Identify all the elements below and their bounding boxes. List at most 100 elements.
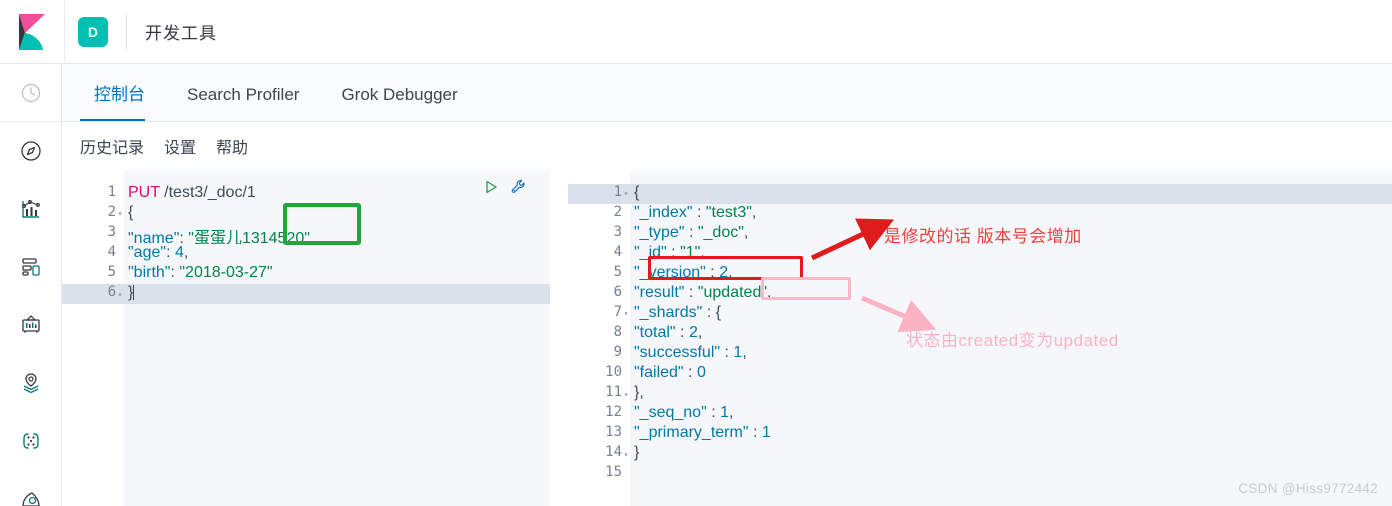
- kibana-logo-cell[interactable]: [0, 0, 65, 64]
- recently-viewed-icon: [21, 83, 40, 102]
- line-number: 13: [568, 424, 630, 444]
- code-line: 11 ▴ },: [568, 384, 1392, 404]
- code-line: 1 ▾{: [568, 184, 1392, 204]
- fold-toggle-icon[interactable]: ▾: [621, 304, 631, 324]
- line-number: 9: [568, 344, 630, 364]
- request-actions: [482, 178, 528, 196]
- request-editor-code[interactable]: 1 PUT /test3/_doc/1 2 ▾{3 "name": "蛋蛋儿13145…: [62, 170, 550, 506]
- primary-nav-rail: [0, 64, 62, 506]
- space-avatar-cell[interactable]: D: [65, 0, 108, 64]
- text-caret: [133, 285, 135, 300]
- line-number: 4: [62, 244, 124, 264]
- code-line: 10 "failed" : 0: [568, 364, 1392, 384]
- code-line-text: "failed" : 0: [630, 364, 1392, 384]
- line-number: 7 ▾: [568, 304, 630, 324]
- line-number: 2: [568, 204, 630, 224]
- code-line-text: "_primary_term" : 1: [630, 424, 1392, 444]
- code-line: 6 "result" : "updated",: [568, 284, 1392, 304]
- fold-toggle-icon[interactable]: ▾: [115, 204, 125, 224]
- console-editors: 1 PUT /test3/_doc/1 2 ▾{3 "name": "蛋蛋儿13145…: [62, 170, 1392, 506]
- line-number: 1: [62, 184, 124, 204]
- line-number: 4: [568, 244, 630, 264]
- code-line-text: "_id" : "1",: [630, 244, 1392, 264]
- maps-icon: [23, 373, 38, 394]
- tab-search-profiler[interactable]: Search Profiler: [173, 85, 313, 121]
- line-number: 1 ▾: [568, 184, 630, 204]
- line-number: 15: [568, 464, 630, 484]
- sidebar-item-discover[interactable]: [0, 122, 61, 180]
- code-line-text: "result" : "updated",: [630, 284, 1392, 304]
- app-header: D 开发工具: [0, 0, 1392, 64]
- code-line-text: "_version" : 2,: [630, 264, 1392, 284]
- tab-grok-debugger[interactable]: Grok Debugger: [327, 85, 471, 121]
- visualize-icon: [21, 200, 40, 218]
- fold-toggle-icon[interactable]: ▴: [115, 284, 125, 304]
- fold-toggle-icon[interactable]: ▾: [621, 184, 631, 204]
- line-number: 14 ▴: [568, 444, 630, 464]
- sidebar-item-dashboard[interactable]: [0, 238, 61, 296]
- code-line: 13 "_primary_term" : 1: [568, 424, 1392, 444]
- code-line-text: "successful" : 1,: [630, 344, 1392, 364]
- sidebar-item-canvas[interactable]: [0, 296, 61, 354]
- header-divider: [126, 13, 127, 50]
- code-line: 7 ▾ "_shards" : {: [568, 304, 1392, 324]
- code-line: 9 "successful" : 1,: [568, 344, 1392, 364]
- code-line-text: {: [630, 184, 1392, 204]
- sidebar-item-visualize[interactable]: [0, 180, 61, 238]
- code-line: 8 "total" : 2,: [568, 324, 1392, 344]
- avatar[interactable]: D: [78, 16, 108, 47]
- code-line-text: }: [630, 444, 1392, 464]
- settings-button[interactable]: 设置: [164, 134, 196, 158]
- console-toolbar: 历史记录 设置 帮助: [62, 122, 1392, 170]
- request-editor-pane[interactable]: 1 PUT /test3/_doc/1 2 ▾{3 "name": "蛋蛋儿13145…: [62, 170, 550, 506]
- code-line: 4 "age": 4,: [62, 244, 550, 264]
- code-line-text: "name": "蛋蛋儿1314520",: [124, 224, 550, 247]
- code-line: 4 "_id" : "1",: [568, 244, 1392, 264]
- machine-learning-icon: [22, 433, 39, 449]
- line-number: 3: [568, 224, 630, 244]
- line-number: 12: [568, 404, 630, 424]
- sidebar-item-maps[interactable]: [0, 354, 61, 412]
- code-line: 2 ▾{: [62, 204, 550, 224]
- line-number: 6: [568, 284, 630, 304]
- code-line-text: "total" : 2,: [630, 324, 1392, 344]
- line-number: 8: [568, 324, 630, 344]
- line-number: 5: [568, 264, 630, 284]
- code-line: 2 "_index" : "test3",: [568, 204, 1392, 224]
- wrench-icon[interactable]: [510, 178, 528, 196]
- sidebar-item-machine-learning[interactable]: [0, 412, 61, 470]
- canvas-icon: [21, 315, 40, 333]
- line-number: 3: [62, 224, 124, 244]
- fold-toggle-icon[interactable]: ▴: [621, 384, 631, 404]
- line-number: 6 ▴: [62, 284, 124, 304]
- code-line: 14 ▴}: [568, 444, 1392, 464]
- code-line: 3 "_type" : "_doc",: [568, 224, 1392, 244]
- history-button[interactable]: 历史记录: [80, 134, 144, 158]
- line-number: 2 ▾: [62, 204, 124, 224]
- code-line: 5 "birth": "2018-03-27": [62, 264, 550, 284]
- response-editor-code: 1 ▾{2 "_index" : "test3", 3 "_type" : "_do…: [568, 170, 1392, 506]
- sidebar-item-infrastructure[interactable]: [0, 470, 61, 506]
- code-line-text: },: [630, 384, 1392, 404]
- dev-tools-tabs: 控制台 Search Profiler Grok Debugger: [62, 64, 1392, 122]
- code-line-text: "_index" : "test3",: [630, 204, 1392, 224]
- sidebar-item-recently-viewed[interactable]: [0, 64, 61, 122]
- code-line-text: "age": 4,: [124, 244, 550, 264]
- code-line-text: "_shards" : {: [630, 304, 1392, 324]
- tab-console[interactable]: 控制台: [80, 80, 159, 121]
- code-line: 12 "_seq_no" : 1,: [568, 404, 1392, 424]
- watermark: CSDN @Hiss9772442: [1238, 481, 1378, 496]
- code-line: 3 "name": "蛋蛋儿1314520",: [62, 224, 550, 247]
- code-line-text: "_seq_no" : 1,: [630, 404, 1392, 424]
- line-number: 11 ▴: [568, 384, 630, 404]
- discover-icon: [20, 141, 41, 161]
- infrastructure-icon: [21, 492, 40, 506]
- editor-splitter[interactable]: [550, 170, 568, 506]
- help-button[interactable]: 帮助: [216, 134, 248, 158]
- code-line-text: {: [124, 204, 550, 224]
- dashboard-icon: [21, 258, 40, 276]
- fold-toggle-icon[interactable]: ▴: [621, 444, 631, 464]
- response-editor-pane[interactable]: 1 ▾{2 "_index" : "test3", 3 "_type" : "_do…: [568, 170, 1392, 506]
- code-line: 6 ▴}: [62, 284, 550, 304]
- play-icon[interactable]: [482, 178, 500, 196]
